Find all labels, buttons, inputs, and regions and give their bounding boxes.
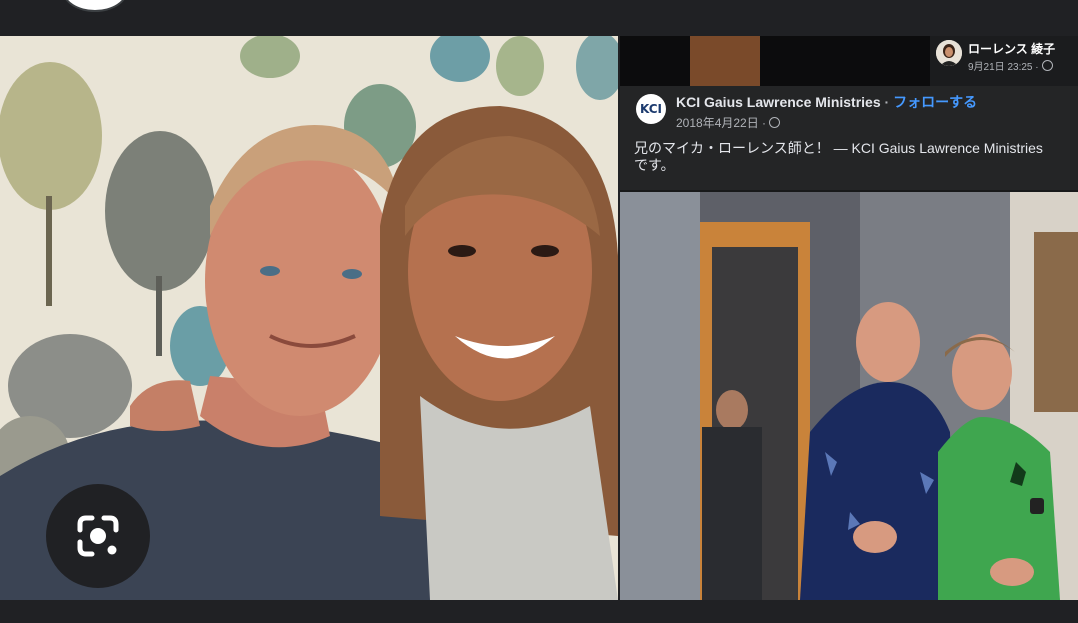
post-header: KCI KCI Gaius Lawrence Ministries · フォロー… <box>620 86 1078 190</box>
post-top-photo-fragment <box>690 36 760 86</box>
shared-post-screenshot: ローレンス 綾子 9月21日 23:25 · KCI KCI Gaius Law… <box>620 36 1078 600</box>
follow-button[interactable]: フォローする <box>893 94 977 110</box>
sharer-name[interactable]: ローレンス 綾子 <box>968 40 1055 57</box>
post-body-text: 兄のマイカ・ローレンス師と！ — KCI Gaius Lawrence Mini… <box>634 140 1074 174</box>
page-name-link[interactable]: KCI Gaius Lawrence Ministries <box>676 94 881 110</box>
post-date-text[interactable]: 2018年4月22日 · <box>676 116 766 130</box>
post-photo[interactable] <box>620 192 1078 600</box>
globe-icon <box>1041 60 1053 71</box>
selfie-photo <box>0 36 618 600</box>
post-photo-illustration <box>620 192 1078 600</box>
sharer-date-text: 9月21日 23:25 · <box>968 62 1039 73</box>
post-text-line-2: です。 <box>634 157 675 173</box>
sharer-avatar-image <box>936 40 962 66</box>
sharer-date: 9月21日 23:25 · <box>968 58 1053 73</box>
google-lens-button[interactable] <box>46 484 150 588</box>
viewer-top-bar <box>0 0 1078 36</box>
page-title-line: KCI Gaius Lawrence Ministries · フォローする <box>676 92 977 112</box>
google-lens-icon <box>77 515 119 557</box>
separator: · <box>880 94 894 110</box>
page-logo[interactable]: KCI <box>636 94 666 124</box>
viewer-bottom-bar <box>0 600 1078 623</box>
avatar[interactable] <box>62 0 128 12</box>
post-date: 2018年4月22日 · <box>676 114 781 131</box>
page-logo-text: KCI <box>639 102 663 116</box>
globe-icon <box>769 117 781 128</box>
sharer-avatar[interactable] <box>936 40 962 66</box>
post-text-line-1: 兄のマイカ・ローレンス師と！ — KCI Gaius Lawrence Mini… <box>634 140 1043 156</box>
sharer-block: ローレンス 綾子 9月21日 23:25 · <box>930 36 1078 86</box>
